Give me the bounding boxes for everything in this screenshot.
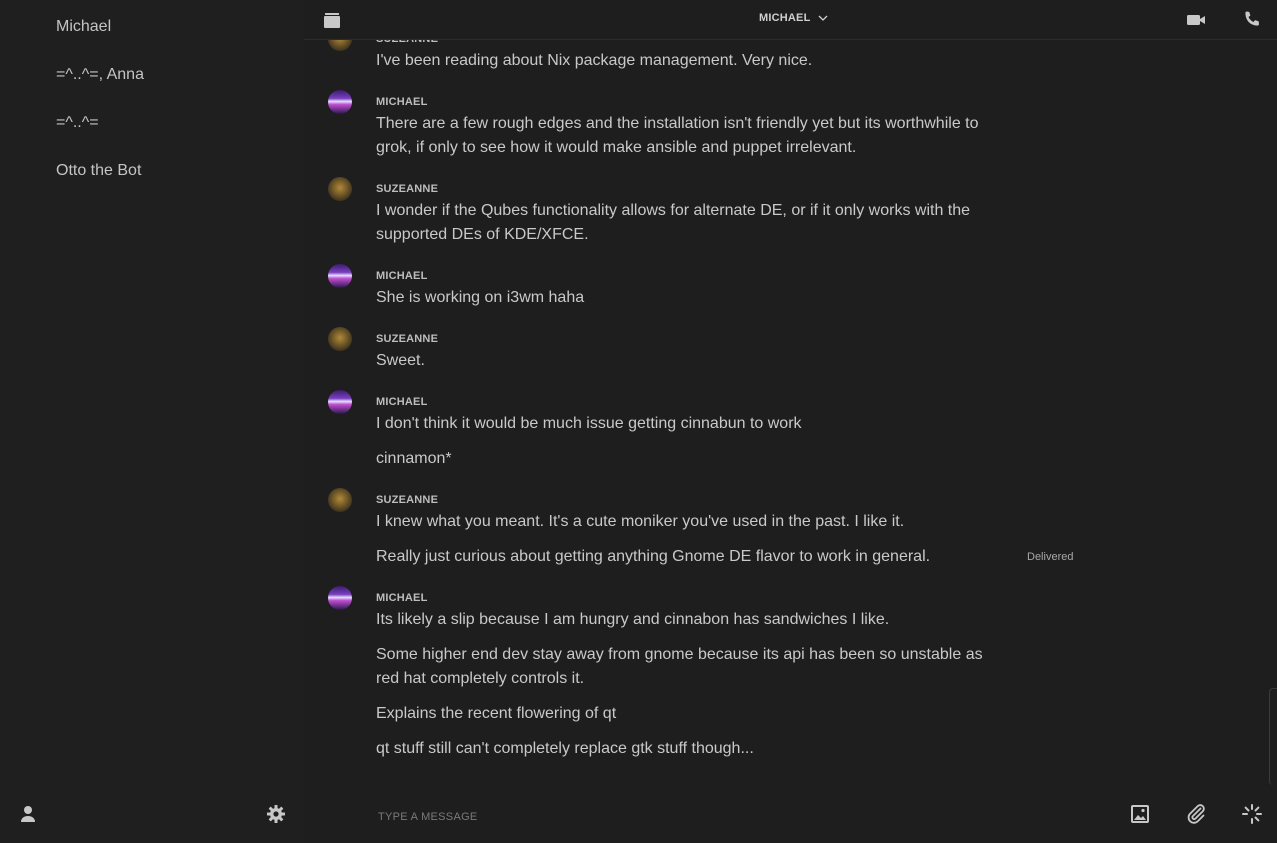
message-sender: MICHAEL bbox=[376, 396, 428, 408]
message-text: qt stuff still can't completely replace … bbox=[376, 740, 754, 757]
conversation-item-cat[interactable]: =^..^= bbox=[56, 114, 99, 132]
conversation-pane: SUZEANNE I've been reading about Nix pac… bbox=[304, 0, 1277, 843]
delivery-status: Delivered bbox=[1027, 551, 1074, 563]
message-sender: SUZEANNE bbox=[376, 494, 439, 506]
chevron-down-icon bbox=[818, 14, 828, 22]
conversation-sidebar: Michael =^..^=, Anna =^..^= Otto the Bot bbox=[0, 0, 304, 843]
conversation-item-group-anna[interactable]: =^..^=, Anna bbox=[56, 66, 144, 84]
message-text: I don't think it would be much issue get… bbox=[376, 415, 802, 432]
conversation-item-michael[interactable]: Michael bbox=[56, 18, 111, 36]
video-camera-icon[interactable] bbox=[1184, 8, 1208, 32]
paperclip-icon[interactable] bbox=[1184, 802, 1208, 826]
message-composer bbox=[304, 790, 1277, 843]
message-text: She is working on i3wm haha bbox=[376, 289, 585, 306]
message-sender: MICHAEL bbox=[376, 96, 428, 108]
avatar bbox=[328, 327, 352, 351]
avatar bbox=[328, 586, 352, 610]
message-sender: SUZEANNE bbox=[376, 183, 439, 195]
message-list: SUZEANNE I've been reading about Nix pac… bbox=[304, 0, 1277, 790]
message-sender: SUZEANNE bbox=[376, 333, 439, 345]
message-text: I knew what you meant. It's a cute monik… bbox=[376, 513, 905, 530]
phone-icon[interactable] bbox=[1240, 8, 1264, 32]
message-text: cinnamon* bbox=[376, 450, 452, 467]
conversation-header: MICHAEL bbox=[304, 0, 1277, 40]
message-sender: MICHAEL bbox=[376, 270, 428, 282]
image-icon[interactable] bbox=[1128, 802, 1152, 826]
loading-spinner-icon[interactable] bbox=[1240, 802, 1264, 826]
message-text: There are a few rough edges and the inst… bbox=[376, 115, 979, 156]
avatar bbox=[328, 488, 352, 512]
avatar bbox=[328, 177, 352, 201]
archive-icon[interactable] bbox=[320, 8, 344, 32]
message-input[interactable] bbox=[376, 802, 1080, 832]
message-sender: MICHAEL bbox=[376, 592, 428, 604]
person-icon[interactable] bbox=[16, 802, 40, 826]
message-text: Sweet. bbox=[376, 352, 425, 369]
avatar bbox=[328, 390, 352, 414]
avatar bbox=[328, 90, 352, 114]
conversation-item-otto-bot[interactable]: Otto the Bot bbox=[56, 162, 141, 180]
contact-name-dropdown[interactable]: MICHAEL bbox=[759, 12, 828, 24]
message-text: Some higher end dev stay away from gnome… bbox=[376, 646, 983, 687]
message-text: I've been reading about Nix package mana… bbox=[376, 52, 813, 69]
message-text: I wonder if the Qubes functionality allo… bbox=[376, 202, 971, 243]
message-scrollbar[interactable] bbox=[1269, 688, 1277, 785]
message-text: Really just curious about getting anythi… bbox=[376, 548, 931, 565]
gear-icon[interactable] bbox=[264, 802, 288, 826]
avatar bbox=[328, 264, 352, 288]
message-text: Its likely a slip because I am hungry an… bbox=[376, 611, 890, 628]
contact-name: MICHAEL bbox=[759, 12, 811, 24]
message-text: Explains the recent flowering of qt bbox=[376, 705, 617, 722]
